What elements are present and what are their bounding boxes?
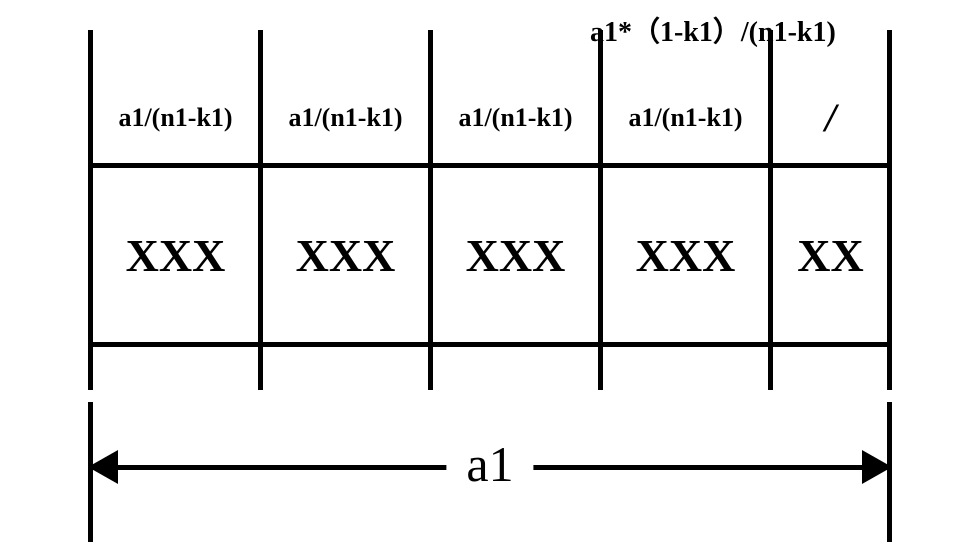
header-cell: a1/(n1-k1) [603,70,768,165]
fraction-top-label: a1*（1-k1）/(n1-k1) [590,10,836,50]
total-width-arrow: a1 [90,400,890,550]
body-cell: XXX [93,165,258,345]
header-cell-slash: / [773,70,888,165]
header-cell: a1/(n1-k1) [263,70,428,165]
body-cell: XX [773,165,888,345]
partition-table: a1/(n1-k1) a1/(n1-k1) a1/(n1-k1) a1/(n1-… [90,70,890,370]
total-width-label: a1 [446,435,533,493]
body-cell: XXX [603,165,768,345]
header-cell: a1/(n1-k1) [433,70,598,165]
body-cell: XXX [263,165,428,345]
header-cell: a1/(n1-k1) [93,70,258,165]
body-cell: XXX [433,165,598,345]
arrowhead-right-icon [862,450,892,484]
